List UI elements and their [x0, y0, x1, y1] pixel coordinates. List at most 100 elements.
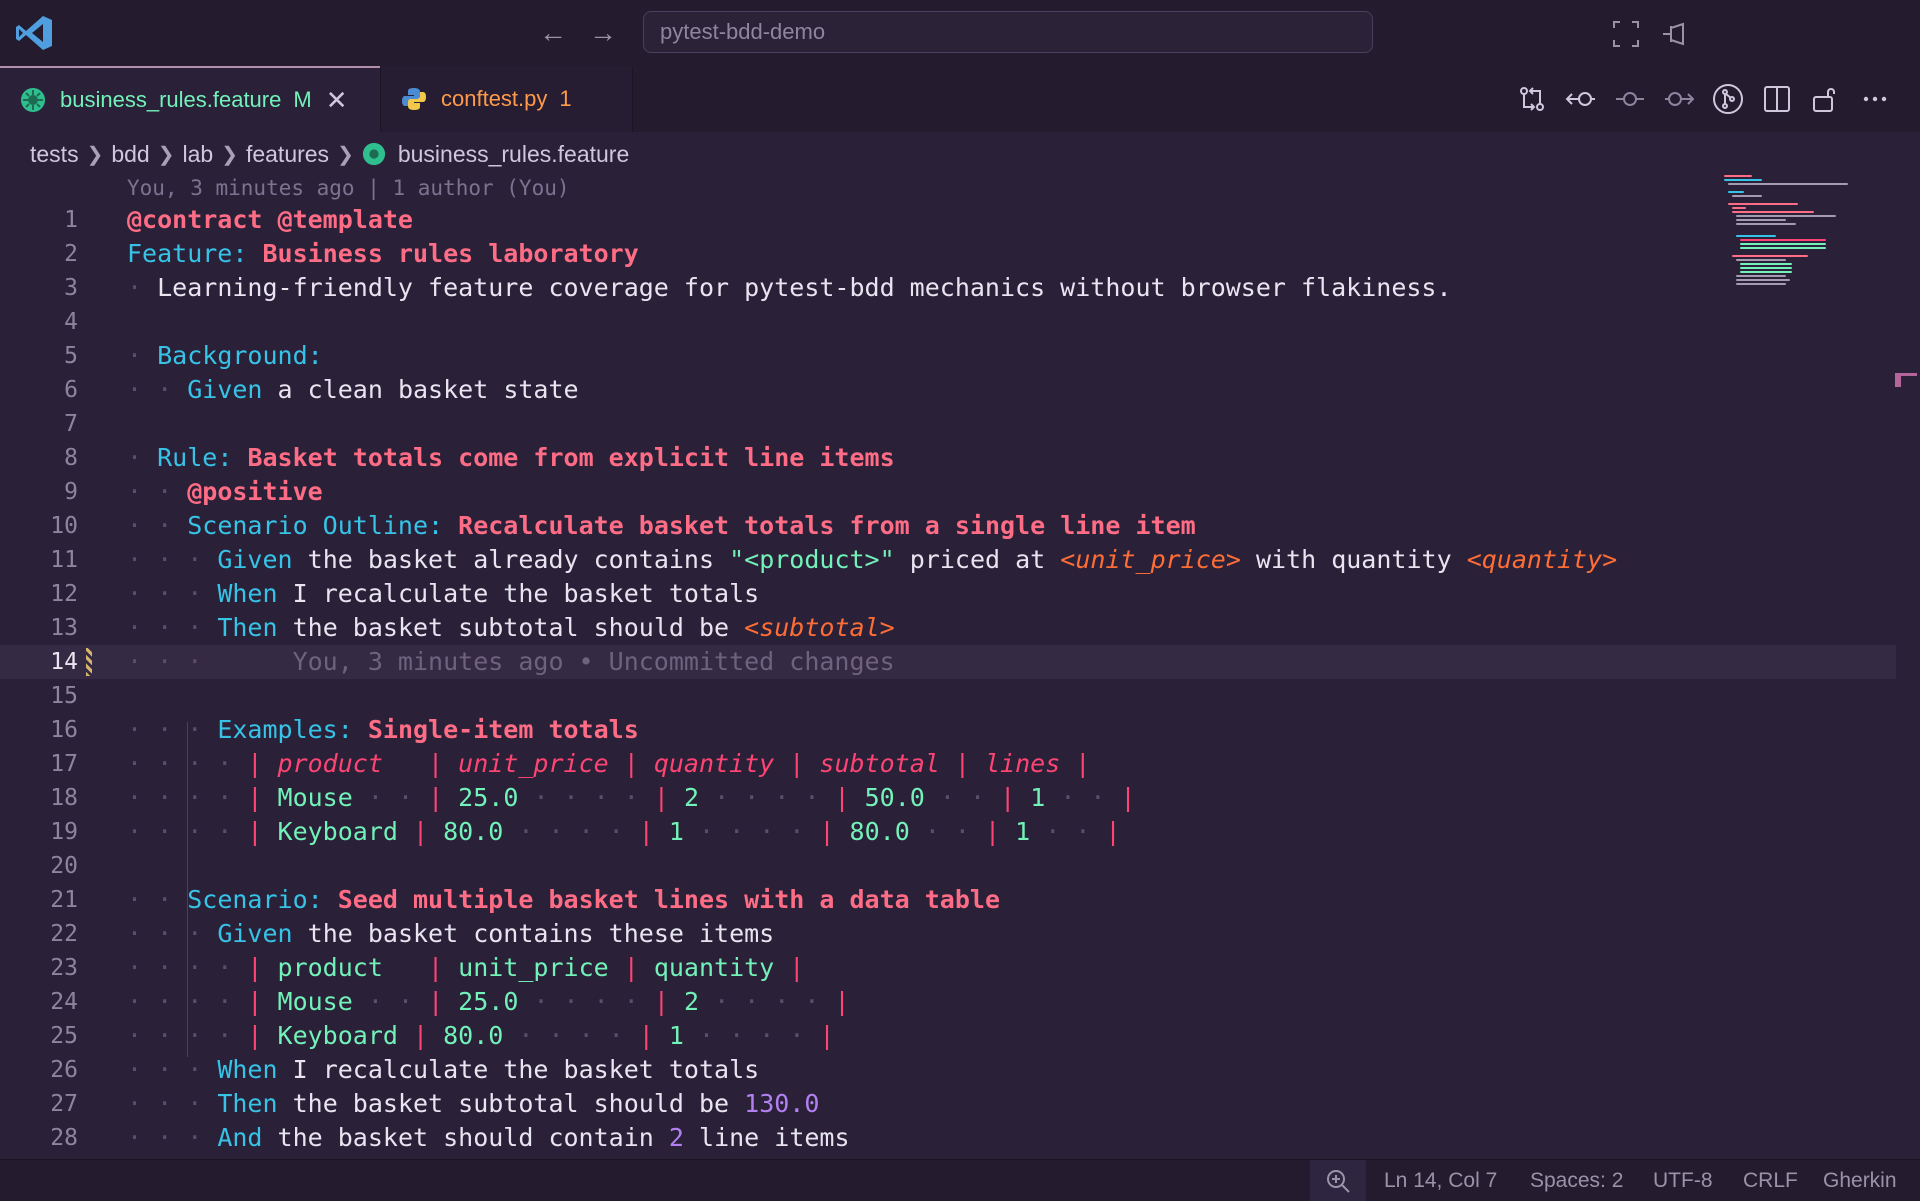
- code-line[interactable]: 22 · · · Given the basket contains these…: [0, 917, 1896, 951]
- table-header-cell: subtotal: [819, 749, 940, 778]
- split-editor-icon[interactable]: [1761, 83, 1793, 115]
- keyword-token: Examples:: [217, 715, 353, 744]
- line-number: 12: [50, 581, 78, 607]
- code-line[interactable]: 6 · · Given a clean basket state: [0, 373, 1896, 407]
- line-number: 18: [50, 785, 78, 811]
- command-center-search[interactable]: pytest-bdd-demo: [643, 11, 1373, 53]
- compare-changes-icon[interactable]: [1516, 83, 1548, 115]
- status-bar: Ln 14, Col 7 Spaces: 2 UTF-8 CRLF Gherki…: [0, 1159, 1920, 1201]
- code-line[interactable]: 10 · · Scenario Outline: Recalculate bas…: [0, 509, 1896, 543]
- code-line[interactable]: 2 Feature: Business rules laboratory: [0, 237, 1896, 271]
- code-line[interactable]: 13 · · · Then the basket subtotal should…: [0, 611, 1896, 645]
- line-number: 6: [64, 377, 78, 403]
- line-number: 20: [50, 853, 78, 879]
- table-cell: 50.0: [864, 783, 925, 812]
- tab-business-rules-feature[interactable]: business_rules.feature M ✕: [0, 66, 380, 132]
- encoding-setting[interactable]: UTF-8: [1653, 1160, 1713, 1201]
- eol-setting[interactable]: CRLF: [1743, 1160, 1798, 1201]
- code-line[interactable]: 16 · · · Examples: Single-item totals: [0, 713, 1896, 747]
- breadcrumb-item-features[interactable]: features: [246, 141, 329, 168]
- breadcrumb-item-lab[interactable]: lab: [182, 141, 213, 168]
- code-line[interactable]: 27 · · · Then the basket subtotal should…: [0, 1087, 1896, 1121]
- line-number: 8: [64, 445, 78, 471]
- tab-conftest-py[interactable]: conftest.py 1: [380, 66, 633, 132]
- breadcrumb-item-bdd[interactable]: bdd: [111, 141, 149, 168]
- code-line[interactable]: 8 · Rule: Basket totals come from explic…: [0, 441, 1896, 475]
- code-line[interactable]: 19 · · · · | Keyboard | 80.0 · · · · | 1…: [0, 815, 1896, 849]
- forward-arrow-icon[interactable]: →: [588, 18, 618, 48]
- code-line[interactable]: 7: [0, 407, 1896, 441]
- back-arrow-icon[interactable]: ←: [538, 18, 568, 48]
- line-number: 17: [50, 751, 78, 777]
- keyword-token: Given: [217, 545, 293, 574]
- modified-line-marker[interactable]: [86, 648, 92, 676]
- keyword-token: And: [217, 1123, 263, 1152]
- code-line[interactable]: 4: [0, 305, 1896, 339]
- inline-blame[interactable]: You, 3 minutes ago • Uncommitted changes: [293, 647, 895, 676]
- line-number: 24: [50, 989, 78, 1015]
- code-line[interactable]: 15: [0, 679, 1896, 713]
- code-line[interactable]: 3 · Learning-friendly feature coverage f…: [0, 271, 1896, 305]
- line-number: 28: [50, 1125, 78, 1151]
- code-line[interactable]: 18 · · · · | Mouse · · | 25.0 · · · · | …: [0, 781, 1896, 815]
- zoom-button[interactable]: [1310, 1160, 1366, 1201]
- git-graph-icon[interactable]: [1712, 83, 1744, 115]
- code-line[interactable]: 12 · · · When I recalculate the basket t…: [0, 577, 1896, 611]
- chevron-right-icon: ❯: [221, 143, 238, 166]
- code-line[interactable]: 9 · · @positive: [0, 475, 1896, 509]
- code-line[interactable]: 23 · · · · | product | unit_price | quan…: [0, 951, 1896, 985]
- title-token: Basket totals come from explicit line it…: [247, 443, 895, 472]
- table-cell: Mouse: [277, 987, 353, 1016]
- table-header-cell: unit_price: [458, 953, 609, 982]
- line-number: 9: [64, 479, 78, 505]
- line-number: 2: [64, 241, 78, 267]
- table-cell: 80.0: [443, 1021, 504, 1050]
- table-cell: 25.0: [458, 987, 519, 1016]
- modified-badge: M: [293, 87, 312, 112]
- code-line[interactable]: 28 · · · And the basket should contain 2…: [0, 1121, 1896, 1155]
- table-cell: 80.0: [443, 817, 504, 846]
- text-token: with quantity: [1255, 545, 1452, 574]
- text-token: line items: [699, 1123, 850, 1152]
- code-line[interactable]: 11 · · · Given the basket already contai…: [0, 543, 1896, 577]
- line-number: 13: [50, 615, 78, 641]
- code-line-current[interactable]: 14 · · · You, 3 minutes ago • Uncommitte…: [0, 645, 1896, 679]
- code-line[interactable]: 20: [0, 849, 1896, 883]
- commit-icon[interactable]: [1614, 83, 1646, 115]
- previous-change-icon[interactable]: [1565, 83, 1597, 115]
- line-number: 1: [64, 207, 78, 233]
- table-header-cell: unit_price: [458, 749, 609, 778]
- code-line[interactable]: 17 · · · · | product | unit_price | quan…: [0, 747, 1896, 781]
- indentation-setting[interactable]: Spaces: 2: [1530, 1160, 1623, 1201]
- more-actions-icon[interactable]: [1859, 83, 1891, 115]
- table-header-cell: product: [277, 953, 383, 982]
- breadcrumb-item-file[interactable]: business_rules.feature: [398, 141, 629, 168]
- code-line[interactable]: 24 · · · · | Mouse · · | 25.0 · · · · | …: [0, 985, 1896, 1019]
- codelens-blame[interactable]: You, 3 minutes ago | 1 author (You): [127, 173, 570, 203]
- scrollbar-marker[interactable]: [1895, 373, 1917, 387]
- cursor-position[interactable]: Ln 14, Col 7: [1384, 1160, 1497, 1201]
- breadcrumb-item-tests[interactable]: tests: [30, 141, 79, 168]
- table-cell: Mouse: [277, 783, 353, 812]
- code-line[interactable]: 25 · · · · | Keyboard | 80.0 · · · · | 1…: [0, 1019, 1896, 1053]
- pin-icon[interactable]: [1659, 18, 1691, 50]
- code-line[interactable]: 5 · Background:: [0, 339, 1896, 373]
- line-number: 22: [50, 921, 78, 947]
- code-line[interactable]: 21 · · Scenario: Seed multiple basket li…: [0, 883, 1896, 917]
- fullscreen-icon[interactable]: [1610, 18, 1642, 50]
- lock-icon[interactable]: [1810, 83, 1842, 115]
- keyword-token: Rule:: [157, 443, 233, 472]
- line-number: 4: [64, 309, 78, 335]
- parameter-token: <unit_price>: [1060, 545, 1241, 574]
- minimap[interactable]: [1718, 173, 1868, 303]
- code-line[interactable]: 26 · · · When I recalculate the basket t…: [0, 1053, 1896, 1087]
- next-change-icon[interactable]: [1663, 83, 1695, 115]
- language-mode[interactable]: Gherkin: [1823, 1160, 1897, 1201]
- table-cell: 80.0: [849, 817, 910, 846]
- code-line[interactable]: 1 @contract @template: [0, 203, 1896, 237]
- number-token: 2: [668, 1123, 684, 1152]
- line-number: 10: [50, 513, 78, 539]
- close-icon[interactable]: ✕: [326, 85, 348, 116]
- keyword-token: When: [217, 579, 278, 608]
- code-editor[interactable]: You, 3 minutes ago | 1 author (You) 1 @c…: [0, 173, 1920, 1159]
